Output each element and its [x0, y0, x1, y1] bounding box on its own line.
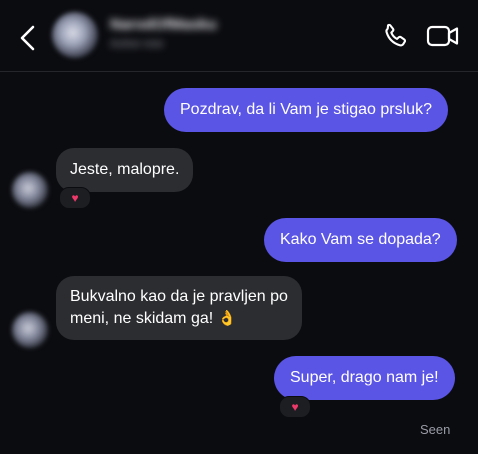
ok-hand-emoji-icon: 👌: [217, 310, 237, 327]
call-button[interactable]: [382, 22, 410, 50]
back-button[interactable]: [14, 22, 42, 54]
sender-avatar[interactable]: [12, 312, 48, 348]
message-reaction[interactable]: ♥: [279, 396, 311, 418]
chat-header: NarodOfMasku Active now: [0, 0, 478, 72]
message-text: Jeste, malopre.: [70, 161, 180, 178]
message-bubble-incoming[interactable]: Bukvalno kao da je pravljen po meni, ne …: [56, 276, 302, 340]
message-bubble-outgoing[interactable]: Kako Vam se dopada?: [264, 218, 457, 262]
phone-icon: [385, 23, 407, 47]
video-camera-icon: [426, 25, 459, 47]
heart-icon: ♥: [291, 400, 299, 414]
seen-indicator: Seen: [420, 422, 451, 437]
contact-avatar[interactable]: [52, 12, 98, 58]
message-text-line-2: meni, ne skidam ga!: [70, 310, 214, 327]
video-call-button[interactable]: [426, 22, 460, 50]
message-text: Kako Vam se dopada?: [280, 231, 441, 248]
contact-name[interactable]: NarodOfMasku: [110, 16, 217, 33]
heart-icon: ♥: [71, 191, 79, 205]
message-bubble-outgoing[interactable]: Pozdrav, da li Vam je stigao prsluk?: [164, 88, 448, 132]
message-bubble-outgoing[interactable]: Super, drago nam je!: [274, 356, 455, 400]
message-text: Super, drago nam je!: [290, 369, 439, 386]
message-reaction[interactable]: ♥: [59, 187, 91, 209]
sender-avatar[interactable]: [12, 172, 48, 208]
chat-window: NarodOfMasku Active now Pozdrav, da li V…: [0, 0, 478, 454]
message-text-line-1: Bukvalno kao da je pravljen po: [70, 288, 288, 305]
message-text: Pozdrav, da li Vam je stigao prsluk?: [180, 101, 432, 118]
message-bubble-incoming[interactable]: Jeste, malopre.: [56, 148, 194, 192]
contact-status: Active now: [110, 38, 164, 50]
chevron-left-icon: [20, 25, 35, 51]
